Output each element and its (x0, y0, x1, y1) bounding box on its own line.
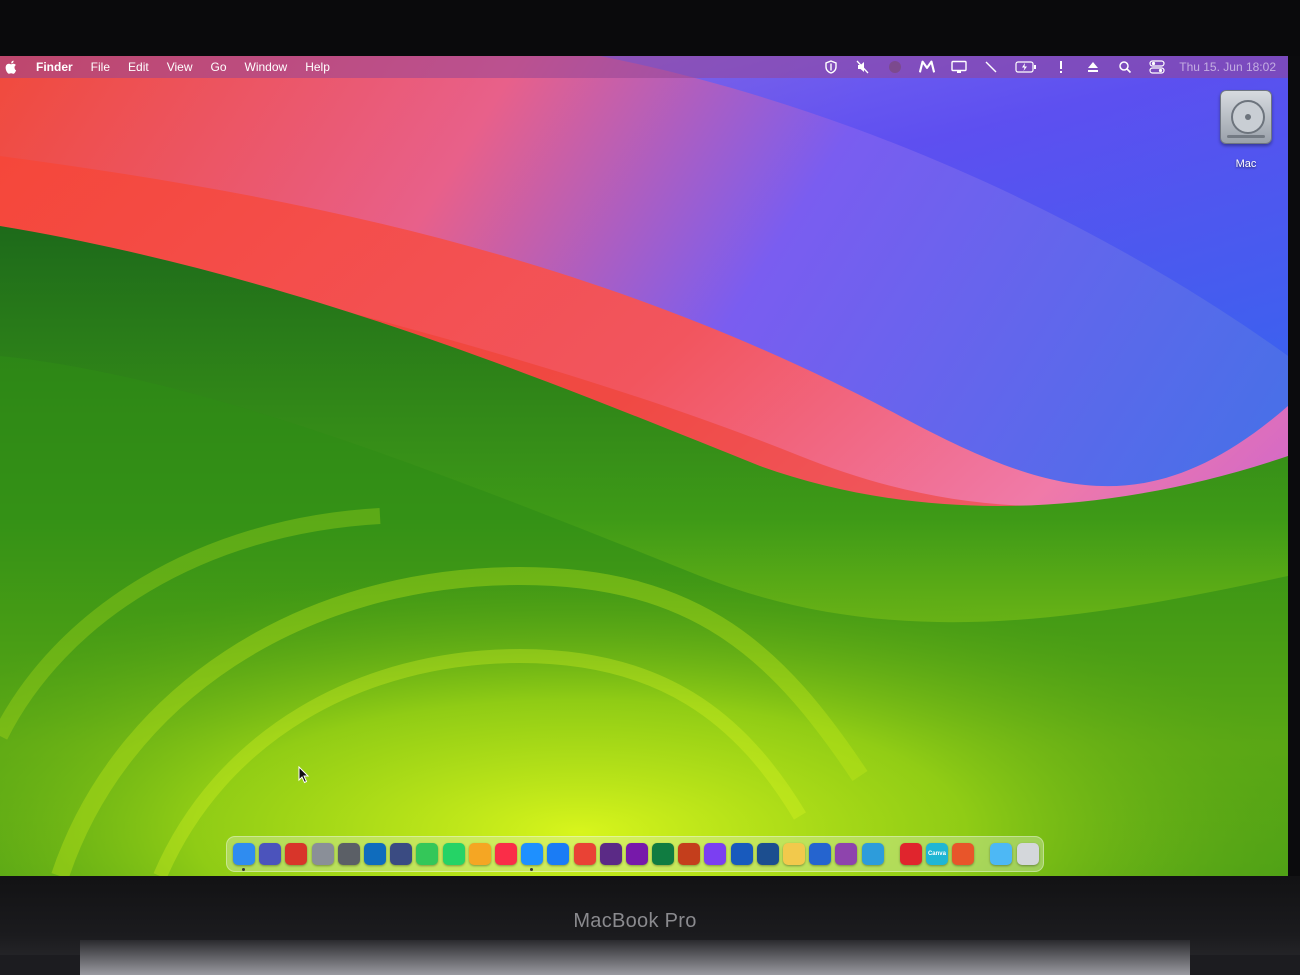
menu-go[interactable]: Go (202, 56, 236, 78)
todo-icon[interactable] (809, 843, 832, 865)
dark-circle-icon[interactable] (887, 59, 903, 75)
menu-help[interactable]: Help (296, 56, 339, 78)
menu-clock[interactable]: Thu 15. Jun 18:02 (1179, 60, 1276, 74)
mute-icon[interactable] (855, 59, 871, 75)
powerpoint-icon[interactable] (678, 843, 701, 865)
desktop-icon-label: Mac (1235, 158, 1257, 170)
alert-icon[interactable] (1053, 59, 1069, 75)
mouse-cursor (298, 766, 310, 784)
laptop-edge-left (0, 955, 80, 975)
messages-icon[interactable] (416, 843, 439, 865)
books-icon[interactable] (390, 843, 413, 865)
m-logo-icon[interactable] (919, 59, 936, 75)
laptop-hinge (80, 940, 1190, 975)
app-store-icon[interactable] (547, 843, 570, 865)
onenote-icon[interactable] (625, 843, 648, 865)
menu-file[interactable]: File (82, 56, 119, 78)
canva-icon[interactable]: Canva (925, 843, 948, 865)
search-icon[interactable] (1117, 59, 1133, 75)
excel-icon[interactable] (652, 843, 675, 865)
dock: Canva (226, 836, 1044, 872)
music-icon[interactable] (494, 843, 517, 865)
screen-bezel-top (0, 0, 1300, 56)
pen-icon[interactable] (983, 59, 999, 75)
wallpaper (0, 56, 1288, 876)
opera-icon[interactable] (899, 843, 922, 865)
widget-icon[interactable] (468, 843, 491, 865)
desktop-screen: Finder File Edit View Go Window Help Thu… (0, 56, 1288, 876)
messenger-icon[interactable] (704, 843, 727, 865)
model-label: MacBook Pro (573, 910, 697, 932)
menu-window[interactable]: Window (236, 56, 297, 78)
photo-booth-icon[interactable] (285, 843, 308, 865)
tor-icon[interactable] (599, 843, 622, 865)
eject-icon[interactable] (1085, 59, 1101, 75)
speech-icon[interactable] (835, 843, 858, 865)
launchpad-icon[interactable] (311, 843, 334, 865)
safari-icon[interactable] (521, 843, 544, 871)
menu-view[interactable]: View (158, 56, 202, 78)
network-icon[interactable] (861, 843, 884, 865)
menu-bar: Finder File Edit View Go Window Help Thu… (0, 56, 1288, 78)
menu-app-name[interactable]: Finder (28, 56, 82, 78)
battery-charging-icon[interactable] (1015, 59, 1037, 75)
outlook-icon[interactable] (364, 843, 387, 865)
photos-icon[interactable] (783, 843, 806, 865)
desktop-icon-mac[interactable]: Mac (1214, 90, 1278, 170)
word-icon[interactable] (730, 843, 753, 865)
teams-icon[interactable] (259, 843, 282, 865)
apple-icon[interactable] (4, 60, 18, 74)
whatsapp-icon[interactable] (442, 843, 465, 865)
hard-drive-icon (1220, 90, 1272, 144)
folder-icon[interactable] (990, 843, 1013, 865)
display-icon[interactable] (951, 59, 967, 75)
chrome-icon[interactable] (573, 843, 596, 865)
control-center-icon[interactable] (1149, 59, 1165, 75)
system-settings-icon[interactable] (337, 843, 360, 865)
finder-icon[interactable] (233, 843, 256, 871)
shield-icon[interactable] (823, 59, 839, 75)
remote-desktop-icon[interactable] (756, 843, 779, 865)
laptop-edge-right (1190, 955, 1300, 975)
menu-edit[interactable]: Edit (119, 56, 158, 78)
office-icon[interactable] (952, 843, 975, 865)
trash-icon[interactable] (1016, 843, 1039, 865)
